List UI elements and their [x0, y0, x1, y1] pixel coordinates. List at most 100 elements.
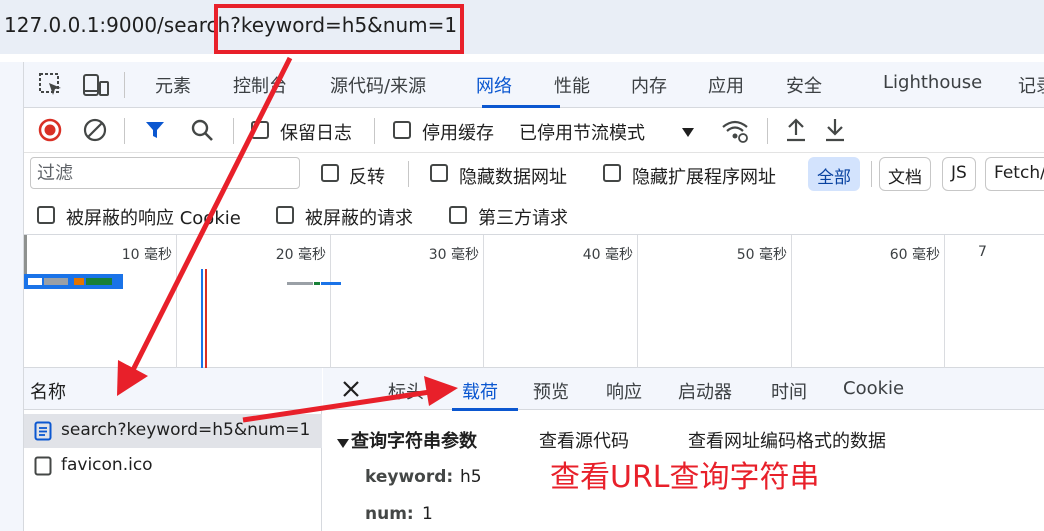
devtools-panel-tabs: 元素 控制台 源代码/来源 网络 性能 内存 应用 安全 Lighthouse …: [24, 62, 1044, 108]
tab-payload[interactable]: 载荷: [462, 378, 498, 404]
request-row-search[interactable]: search?keyword=h5&num=1: [24, 414, 322, 448]
separator: [408, 161, 409, 187]
type-filter-js[interactable]: JS: [942, 157, 976, 191]
timeline-gridline: [944, 235, 945, 368]
hide-extension-urls-checkbox[interactable]: [603, 164, 621, 182]
timeline-gridline: [176, 235, 177, 368]
timeline-tick-label: 40 毫秒: [582, 247, 633, 263]
address-bar[interactable]: 127.0.0.1:9000/search?keyword=h5&num=1: [0, 0, 1044, 54]
request-list: 名称 search?keyword=h5&num=1 favicon.ico: [24, 368, 322, 531]
network-conditions-icon[interactable]: [721, 117, 749, 147]
type-filter-doc[interactable]: 文档: [879, 157, 931, 191]
tab-preview[interactable]: 预览: [533, 378, 569, 404]
third-party-checkbox[interactable]: [449, 206, 467, 224]
filter-input[interactable]: [30, 157, 300, 189]
timeline-gridline: [637, 235, 638, 368]
device-toolbar-icon[interactable]: [82, 72, 110, 102]
tab-security[interactable]: 安全: [786, 72, 822, 98]
invert-label: 反转: [349, 167, 385, 188]
view-source-link[interactable]: 查看源代码: [539, 427, 629, 453]
separator: [124, 118, 125, 144]
type-filter-fetch[interactable]: Fetch/: [985, 157, 1044, 191]
preserve-log-label: 保留日志: [280, 123, 352, 144]
preserve-log-checkbox[interactable]: [251, 121, 269, 139]
timeline-gridline: [330, 235, 331, 368]
param-key: num:: [365, 504, 414, 524]
download-icon[interactable]: [824, 117, 846, 147]
type-filter-all[interactable]: 全部: [808, 157, 860, 191]
hide-extension-urls-label: 隐藏扩展程序网址: [632, 167, 776, 188]
request-name: favicon.ico: [61, 455, 153, 475]
request-row-favicon[interactable]: favicon.ico: [24, 449, 322, 483]
blocked-requests-checkbox[interactable]: [276, 206, 294, 224]
tab-console[interactable]: 控制台: [233, 72, 287, 98]
annotation-text: 查看URL查询字符串: [550, 460, 820, 495]
document-icon: [34, 421, 52, 445]
file-icon: [34, 456, 52, 480]
dom-content-loaded-marker: [201, 269, 203, 368]
tab-application[interactable]: 应用: [708, 72, 744, 98]
timeline-tick-label: 7: [978, 244, 987, 260]
network-overview-timeline[interactable]: 10 毫秒 20 毫秒 30 毫秒 40 毫秒 50 毫秒 60 毫秒 7: [24, 235, 1044, 368]
disable-cache-checkbox[interactable]: [393, 121, 411, 139]
timeline-left-handle[interactable]: [24, 235, 27, 275]
details-tabs: 标头 载荷 预览 响应 启动器 时间 Cookie: [323, 368, 1044, 411]
tab-recorder[interactable]: 记录: [1018, 72, 1044, 98]
hide-data-urls-label: 隐藏数据网址: [459, 167, 567, 188]
search-icon[interactable]: [190, 118, 214, 146]
tab-response[interactable]: 响应: [606, 378, 642, 404]
tab-timing[interactable]: 时间: [771, 378, 807, 404]
blocked-cookies-checkbox[interactable]: [37, 206, 55, 224]
clear-icon[interactable]: [83, 118, 107, 146]
hide-data-urls-checkbox[interactable]: [430, 164, 448, 182]
tab-initiator[interactable]: 启动器: [678, 378, 732, 404]
request-options-row: 被屏蔽的响应 Cookie 被屏蔽的请求 第三方请求: [24, 197, 1044, 235]
tab-performance[interactable]: 性能: [554, 72, 590, 98]
separator: [124, 72, 125, 98]
tab-sources[interactable]: 源代码/来源: [330, 72, 426, 98]
invert-checkbox[interactable]: [321, 164, 339, 182]
param-value: h5: [460, 467, 482, 487]
timeline-tick-label: 30 毫秒: [428, 247, 479, 263]
name-column-label: 名称: [30, 382, 66, 403]
timeline-request-bar-favicon: [287, 282, 313, 285]
name-column-header[interactable]: 名称: [24, 368, 322, 410]
record-stop-icon[interactable]: [38, 118, 62, 146]
devtools-left-edge: [0, 62, 24, 531]
tab-lighthouse[interactable]: Lighthouse: [883, 72, 982, 93]
disable-cache-label: 停用缓存: [422, 123, 494, 144]
active-details-tab-indicator: [452, 408, 518, 411]
timeline-request-bar-document: [24, 274, 123, 289]
timeline-gridline: [483, 235, 484, 368]
throttling-select[interactable]: 已停用节流模式: [519, 119, 645, 145]
timeline-gridline: [791, 235, 792, 368]
timeline-tick-label: 20 毫秒: [275, 247, 326, 263]
blocked-cookies-label: 被屏蔽的响应 Cookie: [66, 208, 241, 229]
chevron-down-icon[interactable]: [681, 124, 695, 143]
separator: [871, 161, 872, 187]
separator: [767, 118, 768, 144]
view-url-encoded-link[interactable]: 查看网址编码格式的数据: [688, 427, 886, 453]
url-query-highlight-box: [214, 4, 464, 54]
tab-memory[interactable]: 内存: [631, 72, 667, 98]
query-string-section-title[interactable]: 查询字符串参数: [351, 427, 477, 453]
load-event-marker: [205, 269, 207, 368]
url-base: 127.0.0.1:9000/search: [4, 13, 231, 37]
param-key: keyword:: [365, 467, 454, 487]
filter-row: 反转 隐藏数据网址 隐藏扩展程序网址 全部 文档 JS Fetch/: [24, 153, 1044, 197]
close-icon[interactable]: [342, 380, 360, 402]
timeline-tick-label: 50 毫秒: [736, 247, 787, 263]
inspect-element-icon[interactable]: [38, 72, 64, 102]
upload-icon[interactable]: [785, 117, 807, 147]
tab-elements[interactable]: 元素: [155, 72, 191, 98]
tab-network[interactable]: 网络: [476, 72, 512, 98]
filter-icon[interactable]: [144, 119, 166, 145]
request-details-pane: 标头 载荷 预览 响应 启动器 时间 Cookie 查询字符串参数 查看源代码 …: [323, 368, 1044, 531]
triangle-down-icon[interactable]: [337, 434, 349, 453]
blocked-requests-label: 被屏蔽的请求: [305, 208, 413, 229]
tab-cookies[interactable]: Cookie: [843, 378, 904, 399]
param-value: 1: [422, 504, 433, 524]
tab-headers[interactable]: 标头: [388, 378, 424, 404]
timeline-tick-label: 10 毫秒: [121, 247, 172, 263]
timeline-request-bar-favicon-content: [321, 282, 341, 285]
